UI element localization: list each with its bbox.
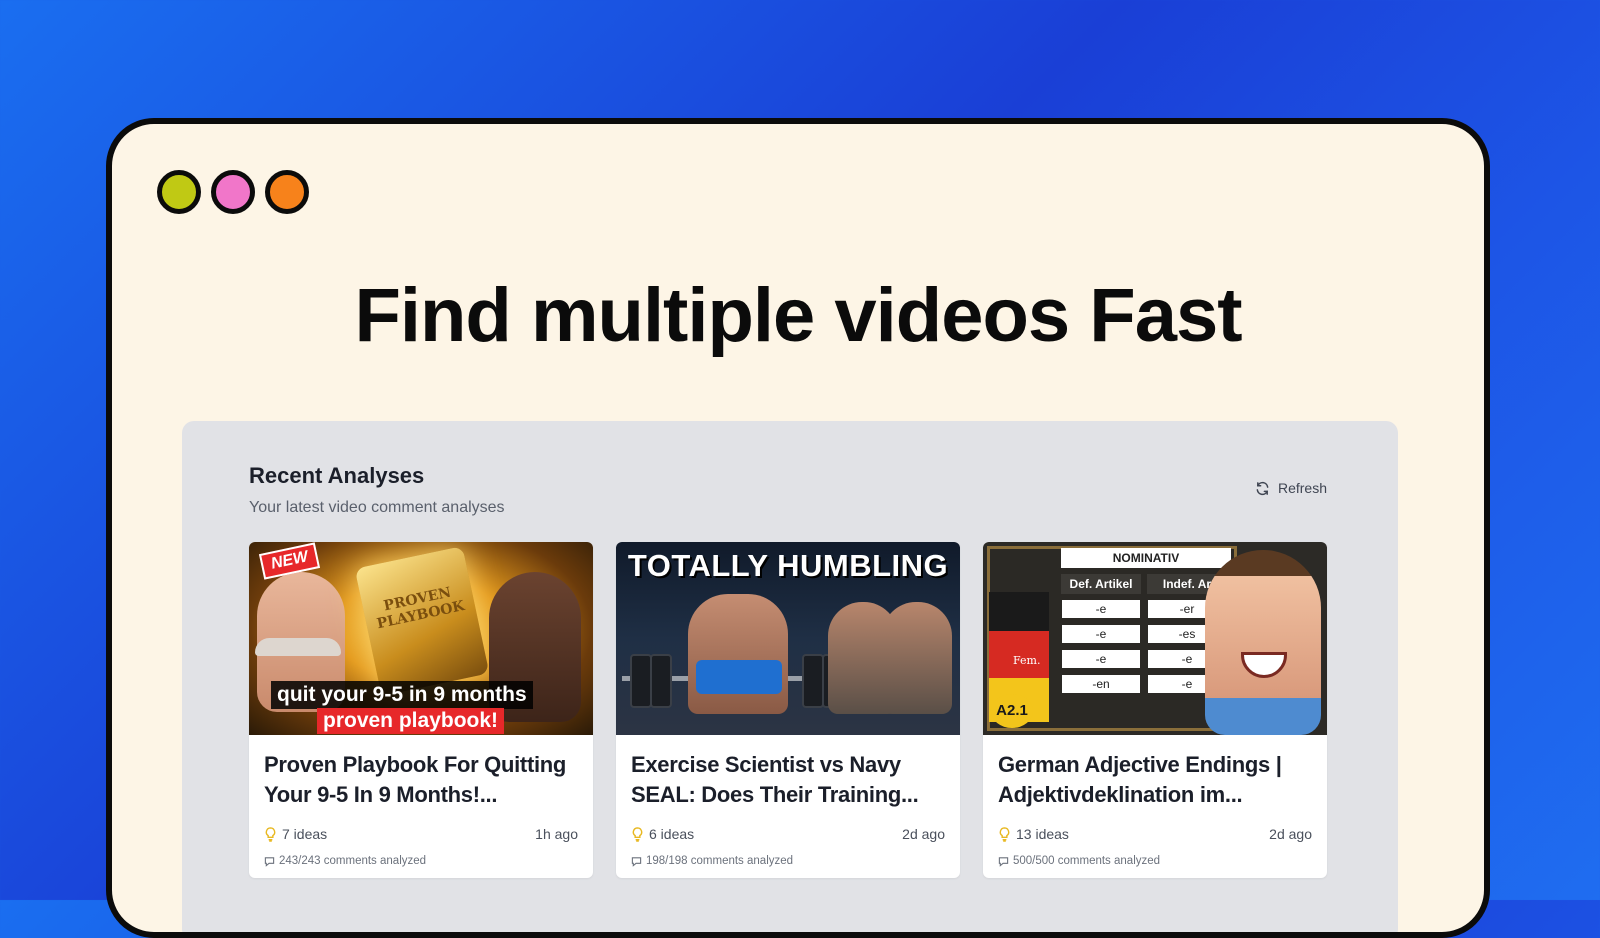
video-card[interactable]: NOMINATIV Def. Artikel Indef. Ar -e -e -… — [983, 542, 1327, 878]
time-ago: 1h ago — [535, 826, 578, 842]
thumbnail-book-text: PROVEN PLAYBOOK — [375, 584, 467, 633]
comments-analyzed: 198/198 comments analyzed — [631, 855, 793, 867]
comments-label: 198/198 comments analyzed — [646, 855, 794, 867]
window-dot-green-icon[interactable] — [157, 170, 201, 214]
comments-analyzed: 243/243 comments analyzed — [264, 855, 426, 867]
thumbnail-cell: -e — [1062, 650, 1140, 668]
video-card[interactable]: PROVEN PLAYBOOK NEW quit your 9-5 in 9 m… — [249, 542, 593, 878]
thumbnail-lifter — [688, 594, 788, 714]
thumbnail-row-label: Fem. — [1013, 654, 1041, 667]
lightbulb-icon — [999, 826, 1010, 842]
comments-analyzed: 500/500 comments analyzed — [998, 855, 1160, 867]
video-card[interactable]: TOTALLY HUMBLING Exercise Scientist vs N… — [616, 542, 960, 878]
ideas-label: 13 ideas — [1016, 826, 1069, 842]
comments-label: 500/500 comments analyzed — [1013, 855, 1161, 867]
thumbnail-cell: -en — [1062, 675, 1140, 693]
refresh-button[interactable]: Refresh — [1255, 480, 1327, 496]
thumbnail-book: PROVEN PLAYBOOK — [354, 545, 490, 697]
video-thumbnail[interactable]: NOMINATIV Def. Artikel Indef. Ar -e -e -… — [983, 542, 1327, 735]
page-headline: Find multiple videos Fast — [354, 273, 1242, 358]
thumbnail-caption-line2: proven playbook! — [317, 708, 505, 734]
lightbulb-icon — [265, 826, 276, 842]
window-dot-pink-icon[interactable] — [211, 170, 255, 214]
thumbnail-mustache — [255, 638, 341, 656]
panel-title: Recent Analyses — [249, 463, 425, 488]
refresh-icon — [1256, 481, 1269, 495]
thumbnail-table-header: NOMINATIV — [1061, 548, 1231, 568]
comments-label: 243/243 comments analyzed — [279, 855, 427, 867]
thumbnail-cell: -e — [1062, 625, 1140, 643]
thumbnail-person — [1205, 550, 1321, 735]
comment-icon — [264, 856, 275, 867]
thumbnail-col1: Def. Artikel — [1061, 574, 1141, 594]
video-thumbnail[interactable]: TOTALLY HUMBLING — [616, 542, 960, 735]
thumbnail-level-badge: A2.1 — [991, 694, 1033, 728]
app-window: Find multiple videos Fast Recent Analyse… — [106, 118, 1490, 938]
time-ago: 2d ago — [902, 826, 945, 842]
video-thumbnail[interactable]: PROVEN PLAYBOOK NEW quit your 9-5 in 9 m… — [249, 542, 593, 735]
thumbnail-plate — [650, 654, 672, 708]
ideas-count: 7 ideas — [264, 826, 327, 842]
video-title[interactable]: German Adjective Endings | Adjektivdekli… — [998, 750, 1309, 810]
window-dot-orange-icon[interactable] — [265, 170, 309, 214]
comment-icon — [998, 856, 1009, 867]
panel-subtitle: Your latest video comment analyses — [249, 499, 505, 516]
thumbnail-plate — [630, 654, 652, 708]
thumbnail-person — [882, 602, 952, 714]
thumbnail-shorts — [696, 660, 782, 694]
comment-icon — [631, 856, 642, 867]
time-ago: 2d ago — [1269, 826, 1312, 842]
video-title[interactable]: Exercise Scientist vs Navy SEAL: Does Th… — [631, 750, 942, 810]
video-title[interactable]: Proven Playbook For Quitting Your 9-5 In… — [264, 750, 575, 810]
ideas-count: 13 ideas — [998, 826, 1069, 842]
thumbnail-cell: -e — [1062, 600, 1140, 618]
ideas-label: 7 ideas — [282, 826, 328, 842]
recent-analyses-panel: Recent Analyses Your latest video commen… — [182, 421, 1398, 932]
ideas-label: 6 ideas — [649, 826, 695, 842]
refresh-label: Refresh — [1277, 480, 1327, 496]
thumbnail-caption: TOTALLY HUMBLING — [627, 548, 949, 583]
thumbnail-caption-line1: quit your 9-5 in 9 months — [271, 681, 533, 709]
ideas-count: 6 ideas — [631, 826, 694, 842]
lightbulb-icon — [632, 826, 643, 842]
thumbnail-plate — [802, 654, 824, 708]
